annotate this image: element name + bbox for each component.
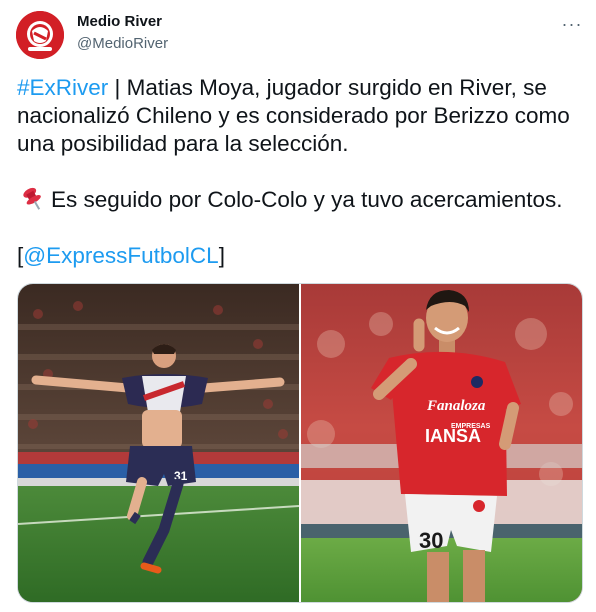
tweet-paragraph-3: [@ExpressFutbolCL] — [17, 242, 587, 270]
tweet-paragraph-1: #ExRiver | Matias Moya, jugador surgido … — [17, 74, 587, 158]
tweet-card[interactable]: Medio River @MedioRiver ··· #ExRiver | M… — [0, 0, 596, 612]
tweet-paragraph-2: Es seguido por Colo-Colo y ya tuvo acerc… — [17, 186, 587, 214]
mention-link[interactable]: @ExpressFutbolCL — [23, 243, 218, 268]
photo2-shorts-number: 30 — [419, 528, 443, 553]
sponsor-fanaloza-text: Fanaloza — [426, 398, 486, 414]
tweet-text-2: Es seguido por Colo-Colo y ya tuvo acerc… — [51, 187, 563, 212]
tweet-text: #ExRiver | Matias Moya, jugador surgido … — [17, 74, 587, 270]
more-icon[interactable]: ··· — [558, 10, 586, 38]
author-name[interactable]: Medio River — [77, 13, 162, 30]
author-handle[interactable]: @MedioRiver — [77, 35, 168, 52]
photo-river-celebration[interactable]: 31 — [18, 284, 299, 602]
sponsor-iansa-text: IANSA — [425, 426, 481, 446]
mention-close-bracket: ] — [218, 243, 225, 268]
photo-red-shirt-player[interactable]: Fanaloza EMPRESAS IANSA 30 — [301, 284, 582, 602]
pushpin-icon — [23, 187, 41, 210]
media-grid: 31 Fanaloza EMPRESAS IANSA 30 — [17, 283, 583, 603]
avatar[interactable] — [16, 11, 64, 59]
hashtag-link[interactable]: #ExRiver — [17, 75, 108, 100]
